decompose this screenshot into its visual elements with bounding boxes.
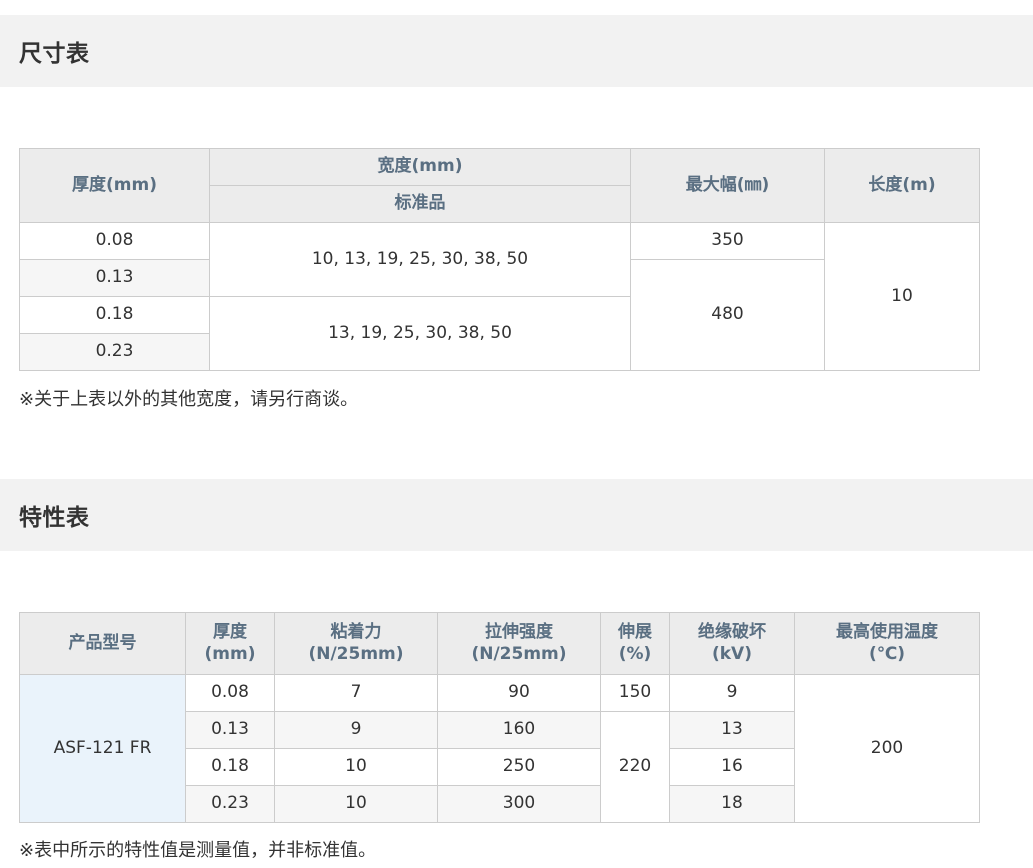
breakdown-cell: 13 [669,711,795,749]
header-breakdown: 绝缘破坏 (kV) [669,612,795,675]
header-tensile-label: 拉伸强度 [485,622,553,643]
header-tensile-unit: (N/25mm) [471,643,567,664]
tensile-cell: 300 [437,785,601,823]
header-thickness: 厚度(mm) [19,148,210,223]
header-adhesion: 粘着力 (N/25mm) [274,612,438,675]
max-width-cell: 350 [630,222,825,260]
header-breakdown-label: 绝缘破坏 [698,622,766,643]
thickness-cell: 0.13 [19,259,210,297]
props-note: ※表中所示的特性值是测量值，并非标准值。 [19,840,377,861]
header-max-temp-label: 最高使用温度 [836,622,938,643]
thickness-cell: 0.18 [185,748,275,786]
header-max-width: 最大幅(㎜) [630,148,825,223]
header-model: 产品型号 [19,612,186,675]
tensile-cell: 250 [437,748,601,786]
header-max-temp-unit: (℃) [868,643,906,664]
header-standard: 标准品 [209,185,631,223]
thickness-cell: 0.08 [185,674,275,712]
length-cell: 10 [824,222,980,371]
size-note: ※关于上表以外的其他宽度，请另行商谈。 [19,389,359,410]
breakdown-cell: 9 [669,674,795,712]
model-cell: ASF-121 FR [19,674,186,823]
widths-cell: 13, 19, 25, 30, 38, 50 [209,296,631,371]
thickness-cell: 0.08 [19,222,210,260]
widths-cell: 10, 13, 19, 25, 30, 38, 50 [209,222,631,297]
adhesion-cell: 10 [274,748,438,786]
size-table: 厚度(mm) 宽度(mm) 最大幅(㎜) 长度(m) 标准品 0.08 10, … [19,148,980,371]
props-section-header: 特性表 [0,479,1033,551]
header-tensile: 拉伸强度 (N/25mm) [437,612,601,675]
props-section-title: 特性表 [19,505,90,531]
thickness-cell: 0.18 [19,296,210,334]
thickness-cell: 0.23 [185,785,275,823]
size-section-header: 尺寸表 [0,15,1033,87]
adhesion-cell: 10 [274,785,438,823]
elongation-cell: 150 [600,674,670,712]
elongation-cell: 220 [600,711,670,823]
header-width: 宽度(mm) [209,148,631,186]
breakdown-cell: 16 [669,748,795,786]
max-width-cell: 480 [630,259,825,371]
tensile-cell: 90 [437,674,601,712]
thickness-cell: 0.23 [19,333,210,371]
header-length: 长度(m) [824,148,980,223]
header-elongation: 伸展 (%) [600,612,670,675]
properties-table: 产品型号 厚度 (mm) 粘着力 (N/25mm) 拉伸强度 (N/25mm) … [19,612,980,823]
header-adhesion-label: 粘着力 [330,622,382,643]
adhesion-cell: 9 [274,711,438,749]
thickness-cell: 0.13 [185,711,275,749]
tensile-cell: 160 [437,711,601,749]
header-breakdown-unit: (kV) [711,643,752,664]
size-section-title: 尺寸表 [19,41,90,67]
header-thickness: 厚度 (mm) [185,612,275,675]
breakdown-cell: 18 [669,785,795,823]
header-adhesion-unit: (N/25mm) [308,643,404,664]
max-temp-cell: 200 [794,674,980,823]
size-header-row: 厚度(mm) 宽度(mm) 最大幅(㎜) 长度(m) [19,148,980,223]
props-header-row: 产品型号 厚度 (mm) 粘着力 (N/25mm) 拉伸强度 (N/25mm) … [19,612,980,675]
table-row: ASF-121 FR 0.08 7 90 150 9 200 [19,674,980,823]
header-thickness-unit: (mm) [204,643,256,664]
adhesion-cell: 7 [274,674,438,712]
header-elongation-label: 伸展 [618,622,652,643]
table-row: 0.08 10, 13, 19, 25, 30, 38, 50 350 10 [19,222,980,371]
header-max-temp: 最高使用温度 (℃) [794,612,980,675]
header-thickness-label: 厚度 [213,622,247,643]
header-elongation-unit: (%) [618,643,652,664]
